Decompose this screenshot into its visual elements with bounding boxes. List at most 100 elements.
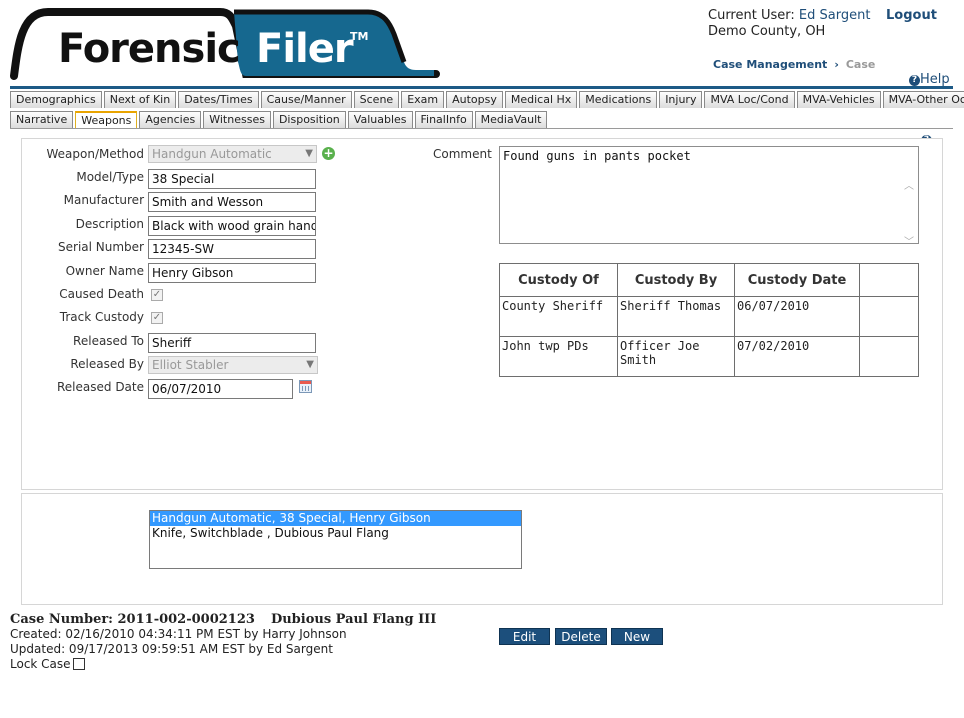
logo-text-forensic: Forensic: [58, 26, 241, 72]
logo-trademark: TM: [350, 30, 369, 43]
released-to-label: Released To: [73, 334, 144, 348]
case-name: Dubious Paul Flang III: [270, 612, 437, 627]
comment-text: Found guns in pants pocket: [503, 149, 691, 163]
tab-demographics[interactable]: Demographics: [10, 91, 102, 108]
list-item[interactable]: Handgun Automatic, 38 Special, Henry Gib…: [150, 511, 521, 526]
custody-date-cell: 06/07/2010: [734, 296, 860, 337]
manufacturer-input[interactable]: Smith and Wesson: [148, 192, 316, 212]
comment-label: Comment: [433, 147, 492, 161]
help-icon: ?: [909, 75, 920, 86]
tab-next-of-kin[interactable]: Next of Kin: [103, 91, 177, 108]
track-custody-label: Track Custody: [59, 310, 144, 324]
released-to-input[interactable]: Sheriff: [148, 333, 316, 353]
tab-medications[interactable]: Medications: [579, 91, 658, 108]
chevron-right-icon: ›: [834, 58, 839, 71]
custody-by-cell: Officer Joe Smith: [617, 336, 735, 377]
case-footer: Case Number: 2011-002-0002123 Dubious Pau…: [10, 612, 436, 672]
comment-scrollbar[interactable]: ︿ ﹀: [902, 159, 916, 271]
breadcrumb-case-management[interactable]: Case Management: [713, 58, 827, 71]
breadcrumb: Case Management › Case: [713, 58, 875, 71]
tab-injury[interactable]: Injury: [659, 91, 703, 108]
chevron-down-icon: ▼: [305, 148, 313, 159]
tab-dates-times[interactable]: Dates/Times: [178, 91, 259, 108]
custody-by-cell: Sheriff Thomas: [617, 296, 735, 337]
custody-header-row: Custody Of Custody By Custody Date: [499, 263, 919, 297]
tab-mva-loc-cond[interactable]: MVA Loc/Cond: [704, 91, 795, 108]
custody-of-header: Custody Of: [499, 263, 618, 297]
released-date-label: Released Date: [57, 380, 144, 394]
custody-of-cell: County Sheriff: [499, 296, 618, 337]
tab-medical-hx[interactable]: Medical Hx: [504, 91, 578, 108]
logo-text-filer: Filer: [256, 26, 354, 72]
table-row[interactable]: County Sheriff Sheriff Thomas 06/07/2010: [499, 296, 919, 337]
help-label: Help: [920, 72, 950, 87]
comment-textarea[interactable]: Found guns in pants pocket ︿ ﹀: [499, 146, 919, 248]
tab-narrative[interactable]: Narrative: [10, 111, 74, 128]
weapon-listbox[interactable]: Handgun Automatic, 38 Special, Henry Gib…: [149, 510, 522, 569]
header-divider: [10, 86, 953, 89]
tab-autopsy[interactable]: Autopsy: [446, 91, 503, 108]
description-input[interactable]: Black with wood grain handle: [148, 216, 316, 236]
case-number: Case Number: 2011-002-0002123: [10, 612, 255, 627]
custody-by-header: Custody By: [617, 263, 735, 297]
calendar-icon[interactable]: [299, 380, 312, 393]
serial-number-input[interactable]: 12345-SW: [148, 239, 316, 259]
lock-case-checkbox[interactable]: [72, 658, 85, 670]
caused-death-checkbox[interactable]: ✓: [151, 289, 163, 301]
delete-button[interactable]: Delete: [555, 628, 607, 645]
weapon-method-select[interactable]: Handgun Automatic ▼: [148, 145, 317, 163]
tab-scene[interactable]: Scene: [353, 91, 400, 108]
updated-info: Updated: 09/17/2013 09:59:51 AM EST by E…: [10, 642, 333, 656]
tab-mediavault[interactable]: MediaVault: [474, 111, 548, 128]
custody-date-cell: 07/02/2010: [734, 336, 860, 377]
manufacturer-label: Manufacturer: [63, 193, 144, 207]
tab-witnesses[interactable]: Witnesses: [203, 111, 271, 128]
track-custody-checkbox[interactable]: ✓: [151, 312, 163, 324]
chevron-down-icon: ▼: [306, 359, 314, 370]
forensic-filer-logo: Forensic Filer TM: [8, 4, 440, 82]
tab-cause-manner[interactable]: Cause/Manner: [260, 91, 352, 108]
owner-name-input[interactable]: Henry Gibson: [148, 263, 316, 283]
custody-table: Custody Of Custody By Custody Date Count…: [499, 263, 919, 377]
weapon-method-value: Handgun Automatic: [152, 147, 272, 161]
help-link[interactable]: ? Help: [909, 72, 950, 87]
lock-case-row: Lock Case: [10, 657, 436, 672]
custody-date-header: Custody Date: [734, 263, 860, 297]
released-by-value: Elliot Stabler: [152, 358, 229, 372]
released-date-input[interactable]: 06/07/2010: [148, 379, 293, 399]
released-by-label: Released By: [70, 357, 144, 371]
add-weapon-method-icon[interactable]: +: [322, 147, 335, 160]
custody-of-cell: John twp PDs: [499, 336, 618, 377]
new-button[interactable]: New: [611, 628, 663, 645]
county-label: Demo County, OH: [708, 24, 826, 39]
current-user-name[interactable]: Ed Sargent: [799, 8, 871, 23]
tab-row-primary: Demographics Next of Kin Dates/Times Cause/…: [10, 91, 964, 108]
tab-valuables[interactable]: Valuables: [347, 111, 413, 128]
released-by-select[interactable]: Elliot Stabler ▼: [148, 356, 318, 374]
current-user: Current User: Ed Sargent: [708, 8, 870, 24]
tab-mva-other-occs[interactable]: MVA-Other Occs: [882, 91, 964, 108]
case-number-line: Case Number: 2011-002-0002123 Dubious Pau…: [10, 612, 436, 627]
logout-link[interactable]: Logout: [886, 8, 937, 23]
lock-case-label: Lock Case: [10, 657, 71, 671]
breadcrumb-case: Case: [845, 58, 876, 71]
tab-baseline: [10, 128, 953, 129]
tab-disposition[interactable]: Disposition: [272, 111, 346, 128]
model-type-input[interactable]: 38 Special: [148, 169, 316, 189]
custody-blank-cell: [859, 336, 919, 377]
tab-weapons[interactable]: Weapons: [75, 111, 138, 129]
table-row[interactable]: John twp PDs Officer Joe Smith 07/02/201…: [499, 336, 919, 377]
edit-button[interactable]: Edit: [499, 628, 550, 645]
tab-exam[interactable]: Exam: [401, 91, 445, 108]
tab-finalinfo[interactable]: FinalInfo: [414, 111, 473, 128]
model-type-label: Model/Type: [76, 170, 144, 184]
custody-blank-header: [859, 263, 919, 297]
list-item[interactable]: Knife, Switchblade , Dubious Paul Flang: [150, 526, 521, 541]
weapon-method-label: Weapon/Method: [46, 147, 144, 161]
custody-blank-cell: [859, 296, 919, 337]
caused-death-label: Caused Death: [59, 287, 144, 301]
description-label: Description: [75, 217, 144, 231]
created-info: Created: 02/16/2010 04:34:11 PM EST by H…: [10, 627, 347, 641]
tab-agencies[interactable]: Agencies: [139, 111, 202, 128]
tab-mva-vehicles[interactable]: MVA-Vehicles: [796, 91, 881, 108]
